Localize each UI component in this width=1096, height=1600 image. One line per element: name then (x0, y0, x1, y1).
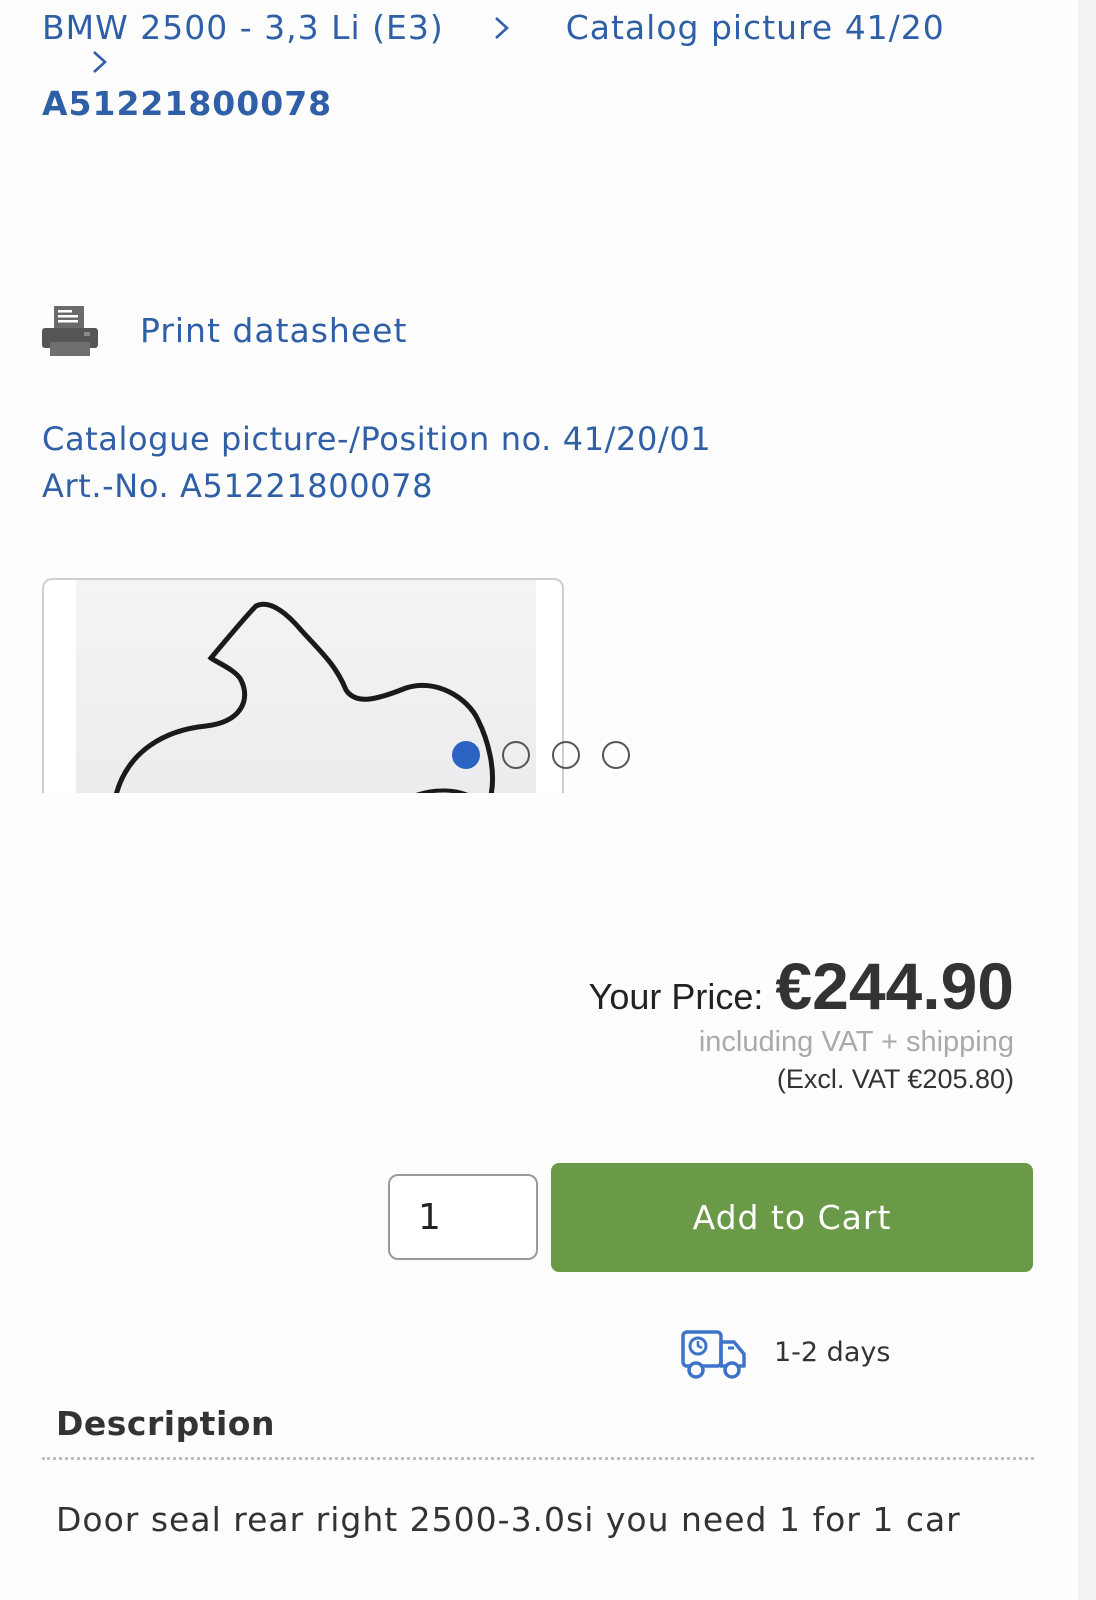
gallery-dot-1[interactable] (452, 741, 480, 769)
price-label: Your Price: (588, 976, 764, 1017)
breadcrumb: BMW 2500 - 3,3 Li (E3) Catalog picture 4… (42, 8, 1062, 77)
delivery-time-text: 1-2 days (774, 1336, 891, 1368)
printer-icon (42, 306, 98, 356)
delivery-truck-icon (681, 1330, 746, 1379)
breadcrumb-item-model[interactable]: BMW 2500 - 3,3 Li (E3) (42, 8, 444, 47)
chevron-right-icon (490, 13, 514, 43)
excl-vat-price: (Excl. VAT €205.80) (776, 1064, 1014, 1094)
description-divider (42, 1457, 1034, 1460)
description-text: Door seal rear right 2500-3.0si you need… (56, 1500, 961, 1539)
breadcrumb-item-catalog[interactable]: Catalog picture 41/20 (566, 8, 945, 47)
breadcrumb-current: A51221800078 (42, 84, 333, 123)
product-page: BMW 2500 - 3,3 Li (E3) Catalog picture 4… (0, 0, 1078, 1600)
add-to-cart-button[interactable]: Add to Cart (551, 1163, 1033, 1272)
description-heading: Description (56, 1404, 275, 1443)
catalogue-position: Catalogue picture-/Position no. 41/20/01 (42, 420, 712, 458)
delivery-time: 1-2 days (680, 1324, 890, 1380)
quantity-input[interactable] (388, 1174, 538, 1260)
gallery-dot-4[interactable] (602, 741, 630, 769)
scrollbar-track[interactable] (1078, 0, 1096, 1600)
price-line: Your Price: €244.90 (589, 948, 1014, 1024)
gallery-dot-3[interactable] (552, 741, 580, 769)
gallery-dot-2[interactable] (502, 741, 530, 769)
position-info: Catalogue picture-/Position no. 41/20/01… (42, 416, 711, 510)
chevron-right-icon (88, 47, 112, 77)
vat-note: including VAT + shipping (698, 1026, 1014, 1058)
price-value: €244.90 (775, 949, 1014, 1023)
article-number: Art.-No. A51221800078 (42, 467, 434, 505)
print-datasheet-link[interactable]: Print datasheet (40, 300, 407, 360)
print-datasheet-label: Print datasheet (140, 310, 408, 350)
gallery-pagination (452, 741, 630, 769)
